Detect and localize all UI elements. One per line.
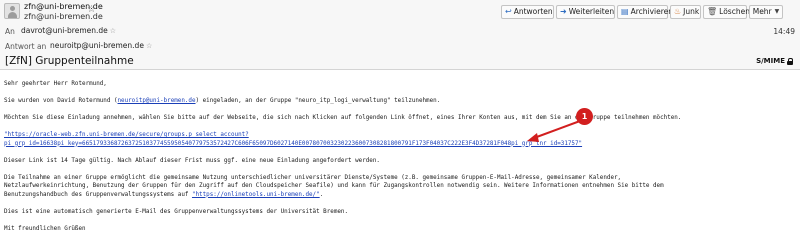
recipient-address[interactable]: davrot@uni-bremen.de ☆ [19, 25, 119, 36]
invitation-link-line-2[interactable]: pi_grp_id=16638pi_key=665179336872637251… [4, 140, 582, 149]
paragraph-validity: Dieser Link ist 14 Tage gültig. Nach Abl… [4, 157, 380, 164]
forward-button-label: Weiterleiten [568, 7, 615, 16]
chevron-down-icon: ▼ [774, 8, 780, 15]
reply-button[interactable]: ↩ Antworten [501, 5, 554, 19]
flame-icon: ♨ [674, 7, 682, 16]
message-header: zfn@uni-bremen.de zfn@uni-bremen.de ☆ ↩ … [0, 0, 800, 70]
paragraph-auto-generated: Dies ist eine automatisch generierte E-M… [4, 208, 349, 215]
star-icon[interactable]: ☆ [146, 42, 152, 50]
closing: Mit freundlichen Grüßen [4, 225, 86, 232]
invitation-text-start: Sie wurden von David Rotermund ( [4, 98, 118, 104]
more-button-label: Mehr [752, 7, 772, 16]
lock-icon [787, 57, 793, 65]
star-icon[interactable]: ☆ [87, 5, 96, 15]
delete-button[interactable]: 🗑 Löschen [703, 5, 750, 19]
annotation-badge: 1 [576, 108, 593, 125]
info-text-end: . [319, 191, 324, 198]
archive-box-icon: ▤ [621, 7, 629, 16]
star-icon[interactable]: ☆ [110, 27, 116, 35]
delete-button-label: Löschen [719, 7, 750, 16]
inviter-email-link[interactable]: neuroitp@uni-bremen.de [118, 98, 196, 104]
message-body: Sehr geehrter Herr Rotermund, Sie wurden… [4, 80, 798, 232]
paragraph-info-line-1: Die Teilnahme an einer Gruppe ermöglicht… [4, 174, 622, 181]
junk-button-label: Junk [683, 7, 700, 16]
message-time: 14:49 [773, 27, 795, 36]
paragraph-info-line-2: Netzlaufwerkeinrichtung, Benutzung der G… [4, 183, 664, 189]
invitation-text-end: ) eingeladen, an der Gruppe "neuro_itp_l… [195, 98, 441, 104]
onlinetools-link[interactable]: "https://onlinetools.uni-bremen.de/" [192, 192, 320, 198]
reply-arrow-icon: ↩ [505, 7, 512, 16]
greeting: Sehr geehrter Herr Rotermund, [4, 81, 107, 87]
info-text: Benutzungshandbuch des Gruppenverwaltung… [4, 191, 192, 198]
archive-button[interactable]: ▤ Archivieren [617, 5, 673, 19]
reply-to-label: Antwort an [5, 42, 47, 51]
invitation-link-line-1[interactable]: "https://oracle-web.zfn.uni-bremen.de/se… [4, 131, 249, 140]
contact-avatar-icon[interactable] [4, 3, 20, 19]
reply-button-label: Antworten [513, 7, 553, 16]
smime-indicator[interactable]: S/MIME [756, 57, 793, 65]
more-button[interactable]: Mehr ▼ [749, 5, 783, 19]
message-subject: [ZfN] Gruppenteilnahme [5, 55, 134, 67]
reply-to-address[interactable]: neuroitp@uni-bremen.de ☆ [48, 40, 155, 51]
forward-arrow-icon: ➜ [560, 7, 567, 16]
recipient-address-text: davrot@uni-bremen.de [21, 26, 108, 35]
junk-button[interactable]: ♨ Junk [670, 5, 701, 19]
paragraph-info-line-3: Benutzungshandbuch des Gruppenverwaltung… [4, 191, 323, 200]
forward-button[interactable]: ➜ Weiterleiten [556, 5, 615, 19]
to-label: An [5, 27, 15, 36]
paragraph-invitation: Sie wurden von David Rotermund (neuroitp… [4, 97, 440, 106]
archive-button-label: Archivieren [630, 7, 673, 16]
smime-label: S/MIME [756, 57, 785, 65]
trash-icon: 🗑 [707, 7, 718, 16]
reply-to-address-text: neuroitp@uni-bremen.de [50, 41, 144, 50]
